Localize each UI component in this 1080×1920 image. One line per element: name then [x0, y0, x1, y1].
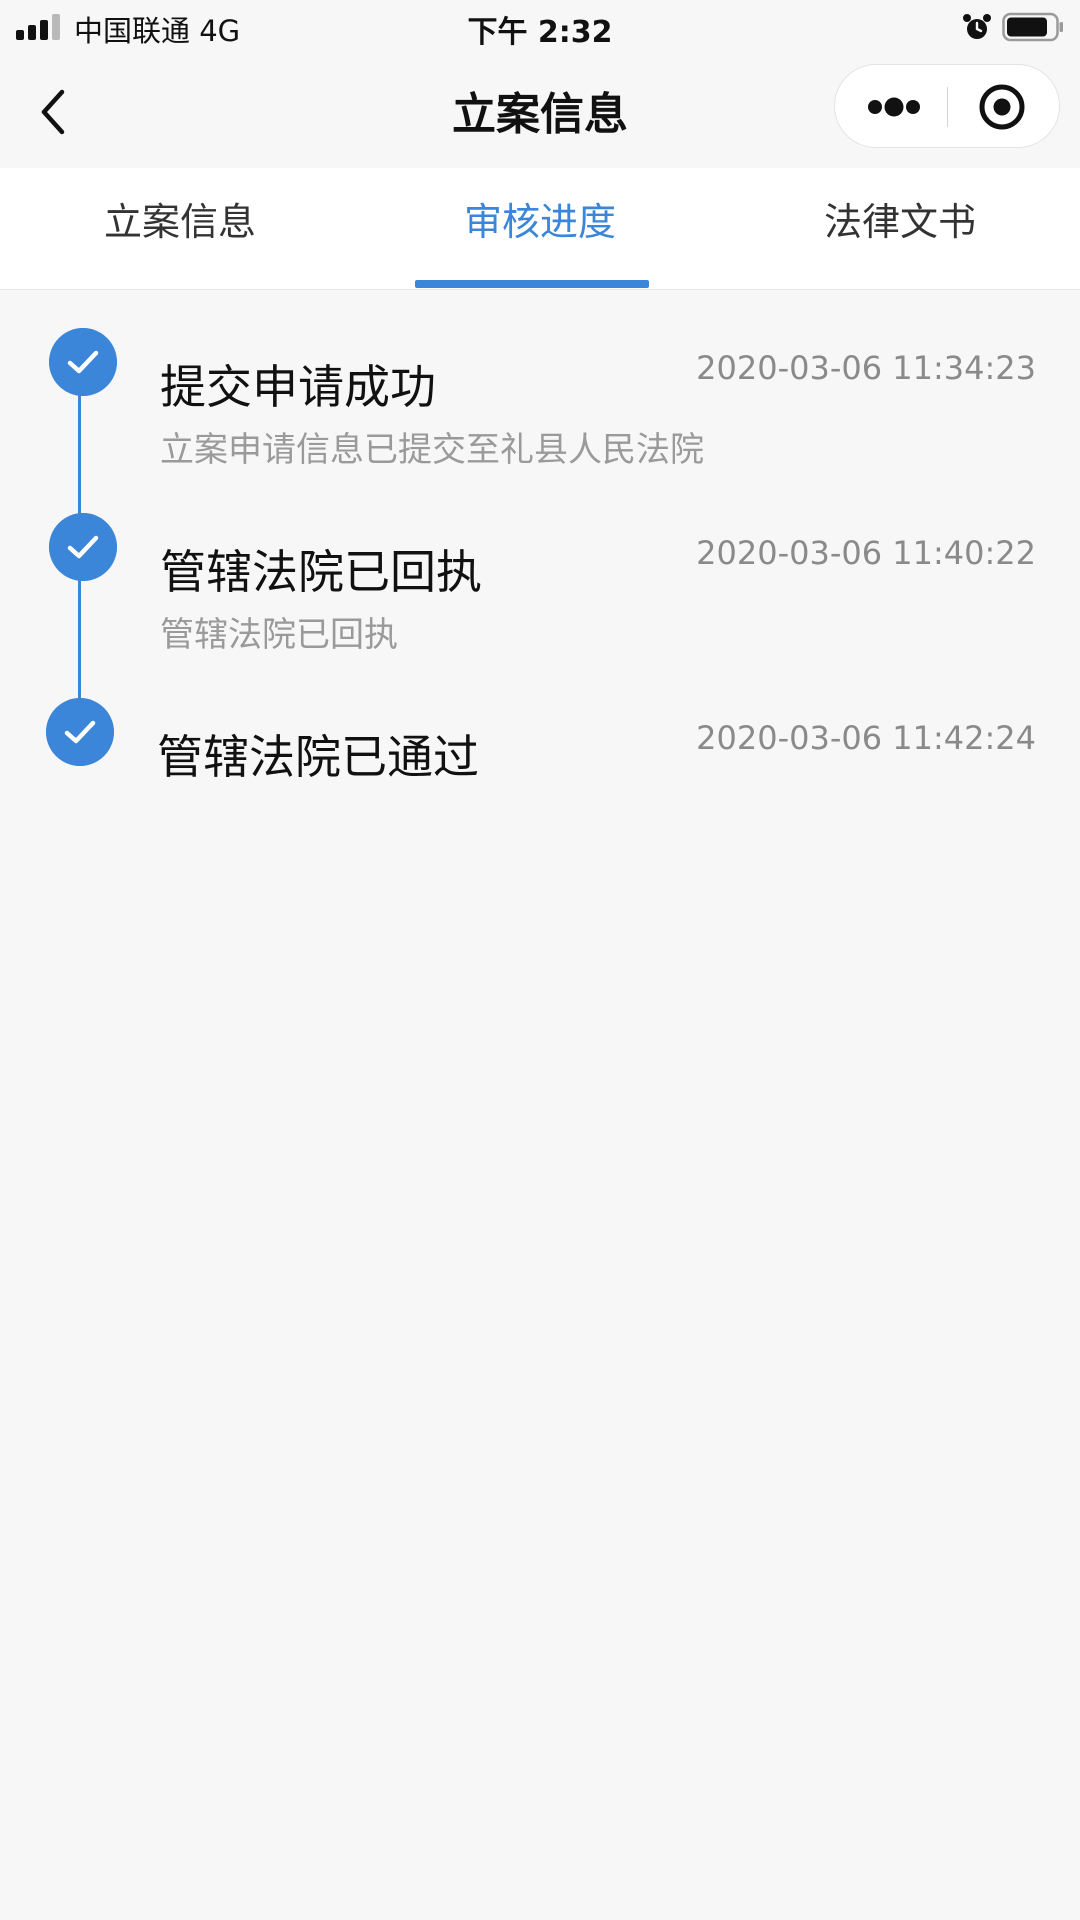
- alarm-icon: [963, 14, 991, 39]
- nav-bar: 立案信息: [0, 56, 1080, 168]
- status-time: 下午 2:32: [467, 15, 613, 50]
- tab-review-progress[interactable]: 审核进度: [360, 168, 720, 290]
- timeline-title: 管辖法院已回执: [160, 545, 482, 599]
- status-bar: 中国联通 4G 下午 2:32: [0, 0, 1080, 56]
- tab-case-info[interactable]: 立案信息: [0, 168, 360, 290]
- check-circle-icon: [49, 328, 117, 396]
- timeline-title: 管辖法院已通过: [157, 730, 479, 784]
- check-circle-icon: [49, 513, 117, 581]
- more-dots-icon[interactable]: [835, 65, 947, 149]
- mini-program-capsule: [834, 64, 1060, 148]
- timeline-time: 2020-03-06 11:40:22: [696, 534, 1036, 572]
- timeline-desc: 管辖法院已回执: [160, 615, 398, 655]
- timeline-title: 提交申请成功: [160, 360, 436, 414]
- timeline-time: 2020-03-06 11:34:23: [696, 349, 1036, 387]
- timeline-desc: 立案申请信息已提交至礼县人民法院: [160, 430, 704, 470]
- check-circle-icon: [46, 698, 114, 766]
- target-circle-icon[interactable]: [949, 65, 1061, 149]
- capsule-divider: [947, 87, 948, 127]
- tab-legal-documents[interactable]: 法律文书: [720, 168, 1080, 290]
- active-tab-indicator: [415, 280, 649, 288]
- battery-icon: [1002, 12, 1063, 42]
- timeline-time: 2020-03-06 11:42:24: [696, 719, 1036, 757]
- tab-bar: 立案信息 审核进度 法律文书: [0, 168, 1080, 290]
